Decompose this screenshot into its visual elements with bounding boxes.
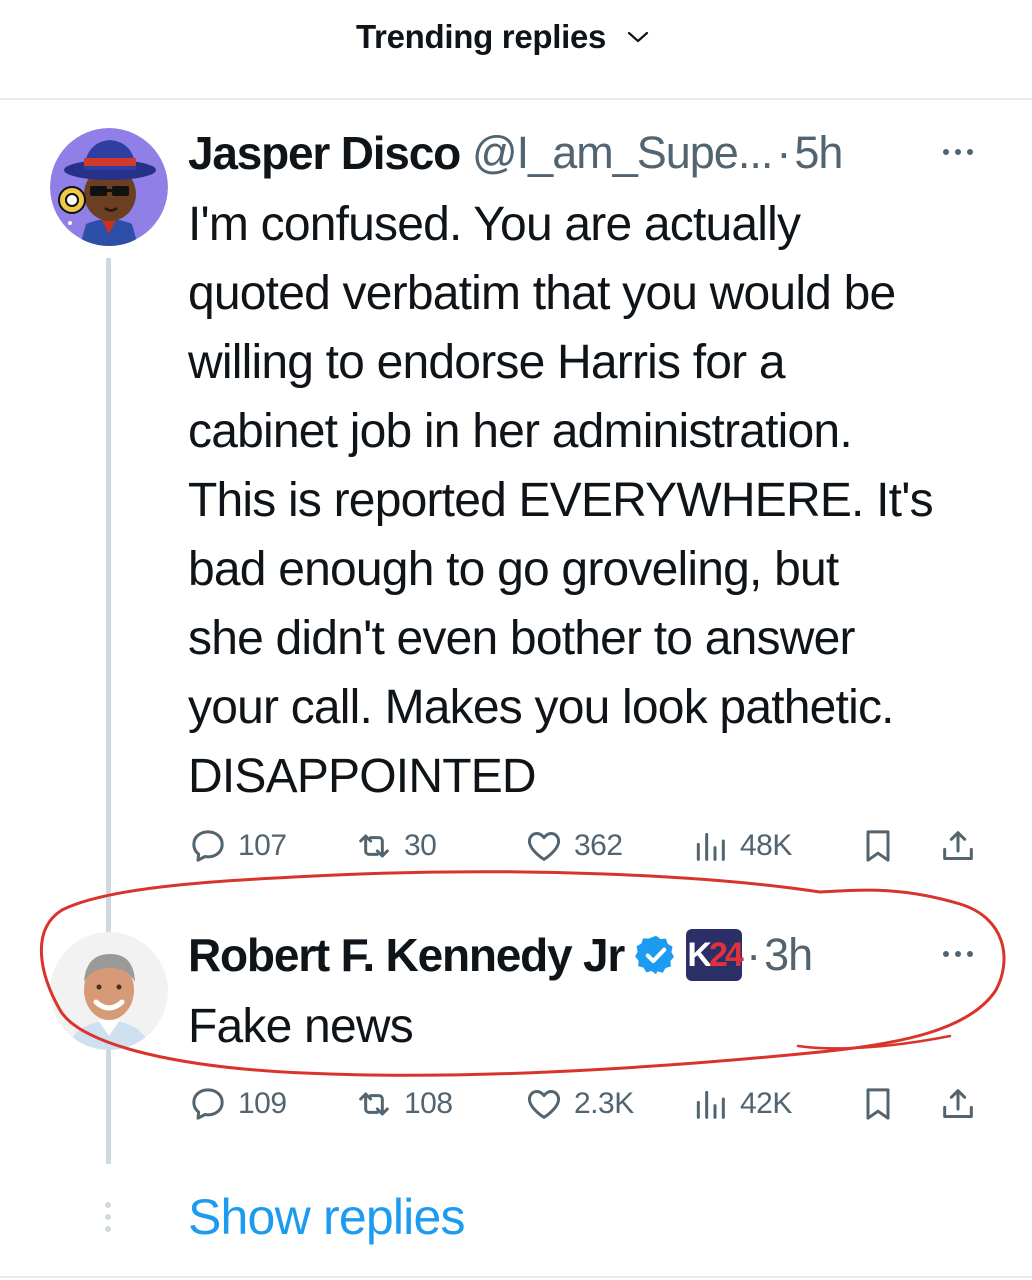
avatar[interactable] — [50, 932, 168, 1050]
top-bar: Trending replies — [0, 0, 1032, 100]
tweet-actions: 109 108 2.3K 42K — [188, 1084, 978, 1128]
bookmark-button[interactable] — [858, 826, 898, 871]
views-button[interactable]: 42K — [690, 1084, 792, 1124]
thread-more-dots — [104, 1202, 112, 1232]
bookmark-icon — [866, 1088, 890, 1120]
repost-icon — [359, 1092, 389, 1116]
more-options-icon[interactable] — [936, 142, 980, 162]
views-button[interactable]: 48K — [690, 826, 792, 866]
reply-icon — [192, 1088, 224, 1120]
tweet-text-line: she didn't even bother to answer — [188, 612, 855, 665]
display-name[interactable]: Robert F. Kennedy Jr — [188, 928, 625, 982]
cartoon-character-avatar-image — [50, 128, 168, 246]
display-name[interactable]: Jasper Disco — [188, 126, 461, 180]
user-handle[interactable]: @I_am_Supe... — [472, 127, 773, 179]
views-chart-icon — [696, 832, 725, 861]
share-button[interactable] — [938, 1084, 978, 1129]
tweet-text-line: DISAPPOINTED — [188, 750, 537, 803]
affiliate-badge-number: 24 — [708, 935, 744, 974]
repost-count: 108 — [404, 1087, 453, 1120]
tweet-text-line: willing to endorse Harris for a — [188, 336, 786, 389]
chevron-down-icon — [628, 31, 649, 43]
repost-button[interactable]: 30 — [354, 826, 437, 866]
divider — [0, 1276, 1032, 1278]
reply-button[interactable]: 107 — [188, 826, 287, 866]
tweet-text-line: cabinet job in her administration. — [188, 405, 853, 458]
bookmark-button[interactable] — [858, 1084, 898, 1129]
more-options-icon[interactable] — [936, 944, 980, 964]
tweet-text-line: your call. Makes you look pathetic. — [188, 681, 895, 734]
tweet-header: Jasper Disco @I_am_Supe... · 5h — [188, 122, 843, 184]
tweet-text: Fake news — [188, 992, 414, 1061]
tweet-text-line: I'm confused. You are actually — [188, 198, 801, 251]
like-button[interactable]: 362 — [524, 826, 623, 866]
timestamp[interactable]: 5h — [794, 127, 843, 179]
separator-dot: · — [746, 929, 761, 980]
reply-count: 107 — [238, 829, 287, 862]
views-chart-icon — [696, 1090, 725, 1119]
like-count: 362 — [574, 829, 623, 862]
affiliate-badge[interactable]: K 24 — [686, 929, 744, 981]
tweet-header: Robert F. Kennedy Jr K 24 · 3h — [188, 924, 813, 986]
avatar[interactable] — [50, 128, 168, 246]
reply-icon — [192, 830, 224, 862]
tweet-text-line: quoted verbatim that you would be — [188, 267, 896, 320]
share-button[interactable] — [938, 826, 978, 871]
reply-button[interactable]: 109 — [188, 1084, 287, 1124]
separator-dot: · — [776, 127, 791, 178]
reply-count: 109 — [238, 1087, 287, 1120]
like-count: 2.3K — [574, 1087, 634, 1120]
sort-label: Trending replies — [356, 18, 607, 55]
tweet-text-line: This is reported EVERYWHERE. It's — [188, 474, 934, 527]
bookmark-icon — [866, 830, 890, 862]
views-count: 42K — [740, 1087, 792, 1120]
like-button[interactable]: 2.3K — [524, 1084, 634, 1124]
tweet-actions: 107 30 362 48K — [188, 826, 978, 870]
profile-photo-avatar-image — [50, 932, 168, 1050]
heart-icon — [527, 832, 561, 861]
repost-button[interactable]: 108 — [354, 1084, 453, 1124]
heart-icon — [527, 1090, 561, 1119]
share-icon — [943, 1089, 973, 1118]
affiliate-badge-letter: K — [687, 935, 712, 974]
show-replies-link[interactable]: Show replies — [188, 1188, 465, 1246]
timestamp[interactable]: 3h — [764, 929, 813, 981]
repost-icon — [359, 834, 389, 858]
share-icon — [943, 831, 973, 860]
views-count: 48K — [740, 829, 792, 862]
tweet-text: I'm confused. You are actually quoted ve… — [188, 190, 934, 811]
tweet-text-line: bad enough to go groveling, but — [188, 543, 839, 596]
tweet-text-line: Fake news — [188, 1000, 414, 1053]
verified-badge-icon — [635, 935, 675, 975]
repost-count: 30 — [404, 829, 437, 862]
trending-replies-dropdown[interactable]: Trending replies — [356, 18, 650, 56]
